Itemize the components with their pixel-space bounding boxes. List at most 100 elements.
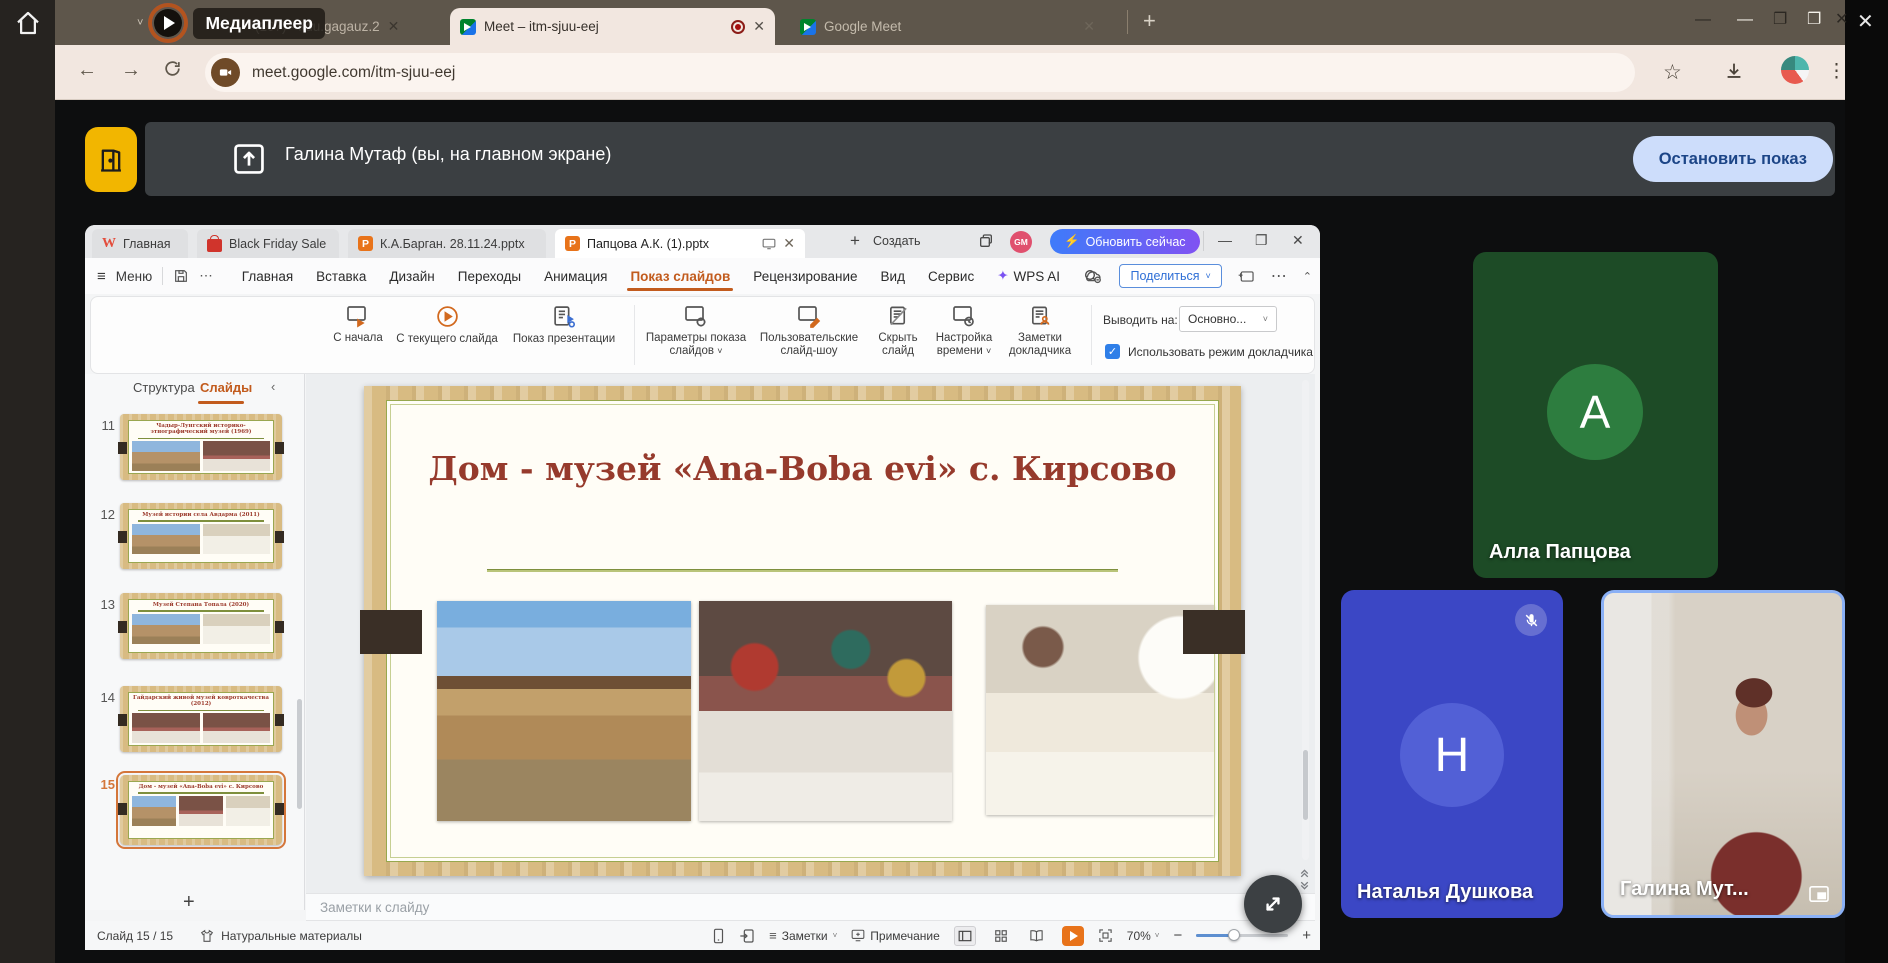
slide-thumbnail-14[interactable]: Гайдарский живой музей ковроткачества (2…: [120, 686, 282, 752]
slideshow-options-button[interactable]: Параметры показа слайдов ˅: [643, 304, 749, 358]
overlay-close-icon[interactable]: ✕: [1857, 12, 1874, 32]
media-play-icon[interactable]: [151, 6, 185, 40]
scrollbar-thumb[interactable]: [1303, 750, 1308, 820]
menu-item-wps-ai[interactable]: ✦ WPS AI: [997, 261, 1060, 291]
speaker-notes-button[interactable]: Заметки докладчика: [999, 304, 1081, 358]
from-start-button[interactable]: С начала: [316, 304, 400, 345]
close-window-icon[interactable]: ✕: [1835, 12, 1848, 28]
wps-tab-promo[interactable]: Black Friday Sale: [197, 229, 339, 258]
picture-in-picture-icon[interactable]: [1808, 885, 1830, 903]
zoom-slider[interactable]: [1196, 934, 1288, 937]
presentation-button[interactable]: Показ презентации: [504, 304, 624, 346]
close-icon[interactable]: ✕: [388, 18, 400, 35]
hide-slide-button[interactable]: Скрыть слайд: [869, 304, 927, 358]
collapse-panel-icon[interactable]: ‹: [271, 379, 275, 394]
theme-name[interactable]: Натуральные материалы: [221, 929, 362, 943]
cloud-sync-icon[interactable]: [1083, 268, 1103, 284]
new-window-icon[interactable]: [1238, 269, 1255, 284]
wps-tab-papcova-active[interactable]: P Папцова А.К. (1).pptx ✕: [555, 229, 805, 258]
participant-tile-alla[interactable]: А Алла Папцова: [1473, 252, 1718, 578]
back-icon[interactable]: ←: [77, 59, 97, 82]
next-slide-icon[interactable]: [1298, 880, 1311, 893]
share-button[interactable]: Поделиться ˅: [1119, 264, 1221, 288]
create-label[interactable]: Создать: [873, 234, 921, 248]
add-slide-icon[interactable]: +: [183, 891, 195, 914]
slide-thumbnail-13[interactable]: Музей Степана Топала (2020): [120, 593, 282, 659]
camera-badge-icon[interactable]: [211, 58, 240, 87]
theme-icon[interactable]: [199, 928, 215, 944]
menu-item-animation[interactable]: Анимация: [544, 262, 607, 291]
menu-item-design[interactable]: Дизайн: [389, 262, 434, 291]
url-bar[interactable]: meet.google.com/itm-sjuu-eej: [205, 53, 1635, 92]
canvas-scrollbar[interactable]: [1302, 380, 1309, 860]
menu-label[interactable]: Меню: [116, 269, 153, 284]
restore-icon[interactable]: ❐: [1773, 12, 1787, 28]
from-current-button[interactable]: С текущего слайда: [391, 304, 503, 346]
ribbon-more-icon[interactable]: ⋯: [1271, 266, 1287, 286]
bookmark-star-icon[interactable]: ☆: [1663, 60, 1682, 85]
participant-tile-natalya[interactable]: Н Наталья Душкова: [1341, 590, 1563, 918]
custom-show-button[interactable]: Пользовательские слайд-шоу: [753, 304, 865, 358]
zoom-out-icon[interactable]: −: [1173, 927, 1182, 944]
slider-knob[interactable]: [1228, 929, 1240, 941]
window-stack-icon[interactable]: [978, 233, 994, 249]
tab-structure[interactable]: Структура: [133, 380, 195, 395]
wps-tab-home[interactable]: W Главная: [92, 229, 188, 258]
slide-thumbnail-12[interactable]: Музей истории села Авдарма (2011): [120, 503, 282, 569]
slide-thumbnail-15-selected[interactable]: Дом - музей «Ana-Boba evi» с. Кирсово: [120, 775, 282, 845]
zoom-level[interactable]: 70% ˅: [1127, 929, 1160, 943]
hamburger-icon[interactable]: ≡: [97, 268, 106, 285]
tab-slides[interactable]: Слайды: [200, 380, 252, 395]
menu-item-insert[interactable]: Вставка: [316, 262, 366, 291]
stop-presenting-button[interactable]: Остановить показ: [1633, 136, 1833, 182]
wps-close-icon[interactable]: ✕: [1292, 233, 1304, 247]
browser-tab-meet-active[interactable]: Meet – itm-sjuu-eej ✕: [450, 8, 775, 45]
home-icon[interactable]: [13, 8, 43, 38]
menu-item-view[interactable]: Вид: [881, 262, 905, 291]
expand-fullscreen-button[interactable]: [1244, 875, 1302, 933]
notes-toggle[interactable]: ≡ Заметки ˅: [769, 928, 837, 943]
slide-notes-field[interactable]: Заметки к слайду: [306, 893, 1315, 921]
output-display-select[interactable]: Основно... ˅: [1179, 306, 1277, 332]
user-avatar[interactable]: GM: [1010, 231, 1032, 253]
participant-tile-galina-video[interactable]: Галина Мут...: [1601, 590, 1845, 918]
app-badge[interactable]: [85, 127, 137, 192]
menu-item-tools[interactable]: Сервис: [928, 262, 974, 291]
menu-item-review[interactable]: Рецензирование: [753, 262, 857, 291]
reload-icon[interactable]: [163, 59, 182, 78]
close-icon[interactable]: ✕: [783, 235, 795, 252]
save-icon[interactable]: [173, 268, 189, 284]
zoom-in-icon[interactable]: +: [1302, 927, 1311, 944]
phone-icon[interactable]: [712, 928, 725, 944]
checkbox-checked[interactable]: ✓: [1105, 344, 1120, 359]
wps-tab-bargan[interactable]: P К.А.Барган. 28.11.24.pptx: [348, 229, 546, 258]
profile-avatar[interactable]: [1781, 56, 1809, 84]
menu-item-slideshow[interactable]: Показ слайдов: [630, 262, 730, 291]
slide-sorter-button[interactable]: [990, 926, 1012, 946]
slideshow-play-button[interactable]: [1062, 926, 1084, 946]
new-tab-icon[interactable]: +: [1143, 8, 1156, 34]
close-icon[interactable]: ✕: [1083, 18, 1095, 35]
wps-restore-icon[interactable]: ❐: [1255, 233, 1268, 247]
forward-icon[interactable]: →: [121, 59, 141, 82]
minimize-icon[interactable]: —: [1695, 12, 1711, 28]
menu-item-transitions[interactable]: Переходы: [458, 262, 521, 291]
current-slide[interactable]: Дом - музей «Ana-Boba evi» с. Кирсово: [364, 386, 1241, 876]
wps-minimize-icon[interactable]: —: [1218, 233, 1232, 247]
slide-thumbnail-11[interactable]: Чадыр-Лунгский историко-этнографический …: [120, 414, 282, 480]
comment-toggle[interactable]: Примечание: [851, 929, 939, 943]
update-now-button[interactable]: ⚡ Обновить сейчас: [1050, 229, 1200, 254]
browser-tab-googlemeet[interactable]: Google Meet ✕: [790, 8, 1105, 45]
new-document-icon[interactable]: +: [850, 231, 860, 251]
previous-slide-icon[interactable]: [1298, 866, 1311, 879]
present-device-icon[interactable]: [739, 928, 755, 944]
reading-view-button[interactable]: [1026, 926, 1048, 946]
restore2-icon[interactable]: ❐: [1807, 12, 1821, 28]
close-icon[interactable]: ✕: [753, 18, 765, 35]
menu-item-home[interactable]: Главная: [242, 262, 293, 291]
minimize2-icon[interactable]: —: [1737, 12, 1753, 28]
chevron-down-icon[interactable]: ˅: [137, 17, 143, 29]
download-icon[interactable]: [1723, 60, 1745, 82]
collapse-ribbon-icon[interactable]: ⌃: [1303, 270, 1312, 283]
panel-scrollbar[interactable]: [297, 699, 302, 809]
